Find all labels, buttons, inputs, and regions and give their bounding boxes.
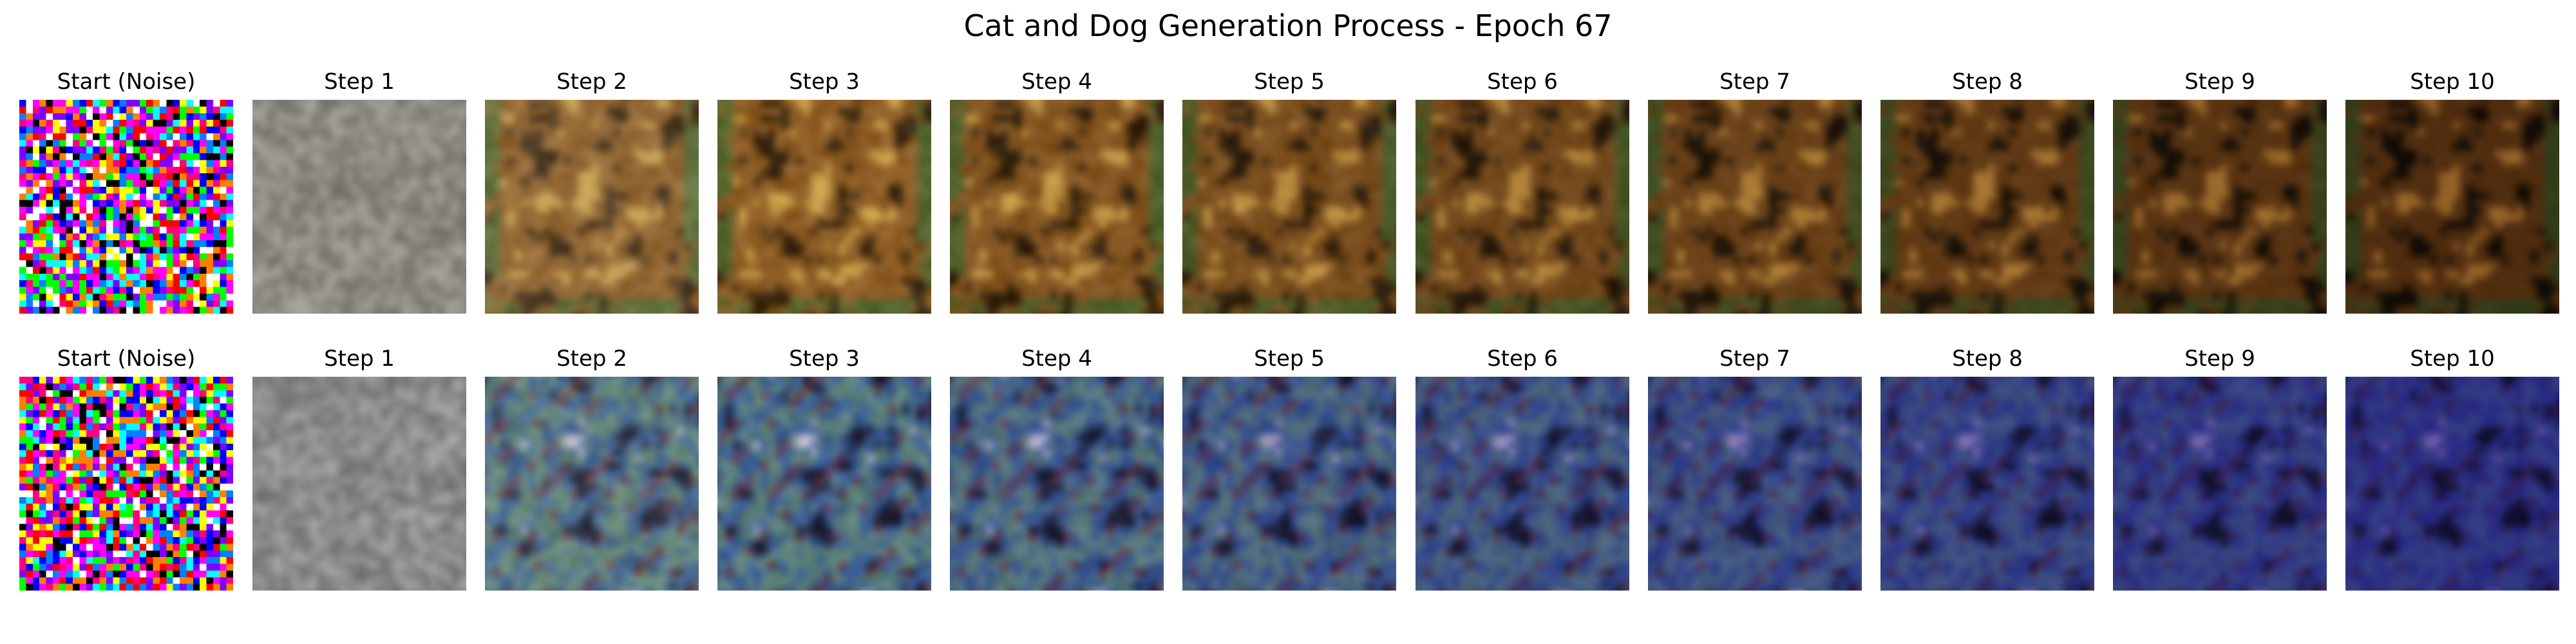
panel: Step 10 (2345, 68, 2559, 325)
generated-image (485, 377, 699, 591)
generated-image (1416, 100, 1629, 314)
generated-image (1880, 377, 2094, 591)
generation-row-2: Start (Noise) Step 1 Step 2 Step 3 Step … (0, 345, 2576, 602)
generated-image (2113, 100, 2327, 314)
generated-image (1648, 377, 1862, 591)
panel-label: Step 7 (1719, 346, 1790, 372)
panel-label: Step 10 (2410, 69, 2495, 95)
figure-title: Cat and Dog Generation Process - Epoch 6… (963, 8, 1613, 43)
generated-image (252, 377, 466, 591)
panel-label: Start (Noise) (57, 346, 196, 372)
panel: Step 6 (1416, 345, 1629, 602)
panel-label: Step 6 (1487, 69, 1558, 95)
generation-row-1: Start (Noise) Step 1 Step 2 Step 3 Step … (0, 68, 2576, 325)
generated-image (1182, 100, 1396, 314)
panel: Step 9 (2113, 345, 2327, 602)
panel-label: Step 1 (324, 346, 395, 372)
panel-label: Step 5 (1254, 69, 1325, 95)
panel: Step 3 (717, 345, 931, 602)
panel-label: Step 4 (1021, 346, 1092, 372)
panel-label: Step 3 (789, 69, 860, 95)
panel: Start (Noise) (19, 68, 233, 325)
panel-label: Step 8 (1952, 69, 2023, 95)
panel: Step 9 (2113, 68, 2327, 325)
panel: Step 5 (1182, 345, 1396, 602)
generated-image (950, 100, 1164, 314)
generated-image (950, 377, 1164, 591)
panel-label: Step 9 (2184, 346, 2255, 372)
panel-label: Step 2 (556, 346, 627, 372)
panel: Step 8 (1880, 345, 2094, 602)
noise-image (19, 100, 233, 314)
panel-label: Step 4 (1021, 69, 1092, 95)
panel: Step 5 (1182, 68, 1396, 325)
panel: Step 7 (1648, 68, 1862, 325)
panel: Step 4 (950, 345, 1164, 602)
panel: Step 2 (485, 68, 699, 325)
generated-image (1182, 377, 1396, 591)
panel-label: Step 2 (556, 69, 627, 95)
panel-label: Step 3 (789, 346, 860, 372)
panel-label: Step 8 (1952, 346, 2023, 372)
generated-image (717, 100, 931, 314)
generated-image (485, 100, 699, 314)
generated-image (1416, 377, 1629, 591)
panel: Step 1 (252, 345, 466, 602)
panel: Step 2 (485, 345, 699, 602)
generated-image (1648, 100, 1862, 314)
panel-label: Step 7 (1719, 69, 1790, 95)
panel: Start (Noise) (19, 345, 233, 602)
generated-image (1880, 100, 2094, 314)
generated-image (2345, 100, 2559, 314)
panel: Step 1 (252, 68, 466, 325)
panel-label: Start (Noise) (57, 69, 196, 95)
generated-image (717, 377, 931, 591)
generated-image (252, 100, 466, 314)
panel: Step 7 (1648, 345, 1862, 602)
panel-label: Step 6 (1487, 346, 1558, 372)
panel-label: Step 9 (2184, 69, 2255, 95)
panel: Step 4 (950, 68, 1164, 325)
panel: Step 6 (1416, 68, 1629, 325)
generated-image (2345, 377, 2559, 591)
panel-label: Step 5 (1254, 346, 1325, 372)
generated-image (2113, 377, 2327, 591)
panel-label: Step 10 (2410, 346, 2495, 372)
panel-label: Step 1 (324, 69, 395, 95)
noise-image (19, 377, 233, 591)
panel: Step 3 (717, 68, 931, 325)
panel: Step 8 (1880, 68, 2094, 325)
panel: Step 10 (2345, 345, 2559, 602)
